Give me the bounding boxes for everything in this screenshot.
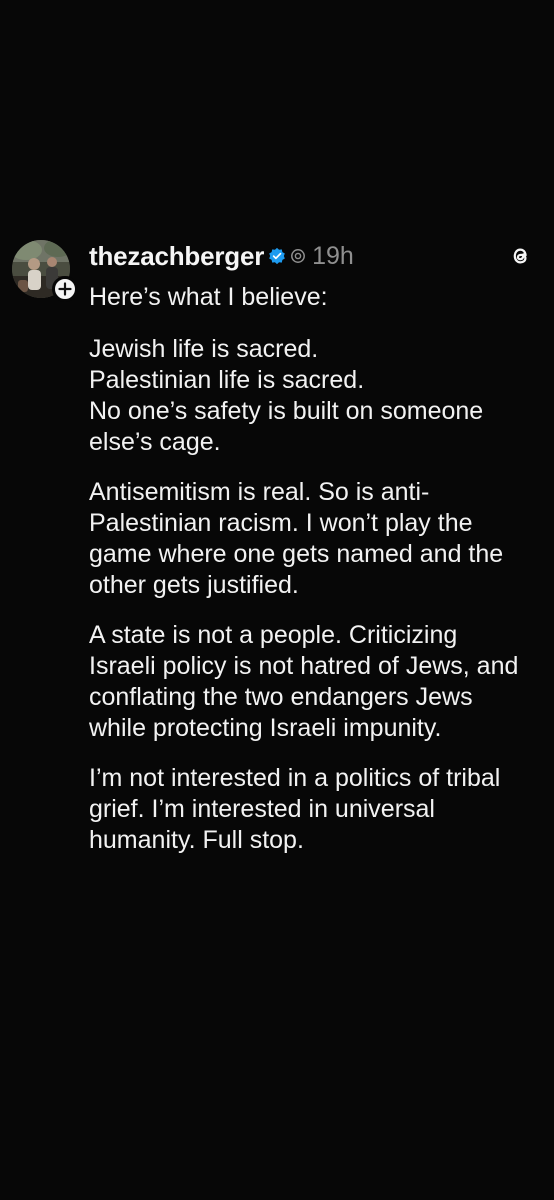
post-paragraph: I’m not interested in a politics of trib…	[89, 764, 501, 854]
username-link[interactable]: thezachberger	[89, 241, 264, 272]
post-paragraph: Antisemitism is real. So is anti-Palesti…	[89, 478, 504, 599]
post-paragraph: Jewish life is sacred. Palestinian life …	[89, 335, 484, 456]
plus-icon	[58, 282, 72, 296]
post-timestamp: 19h	[312, 241, 354, 270]
post-paragraph: A state is not a people. Criticizing Isr…	[89, 621, 519, 742]
post-header: thezachberger 19h	[89, 238, 354, 274]
threads-mini-icon	[291, 249, 306, 263]
post-body: Here’s what I believe: Jewish life is sa…	[89, 282, 529, 875]
post-paragraph: Here’s what I believe:	[89, 283, 328, 311]
avatar-container[interactable]	[12, 240, 78, 302]
verified-badge-icon	[269, 247, 285, 265]
threads-logo-icon[interactable]	[508, 244, 532, 268]
follow-button[interactable]	[52, 276, 78, 302]
